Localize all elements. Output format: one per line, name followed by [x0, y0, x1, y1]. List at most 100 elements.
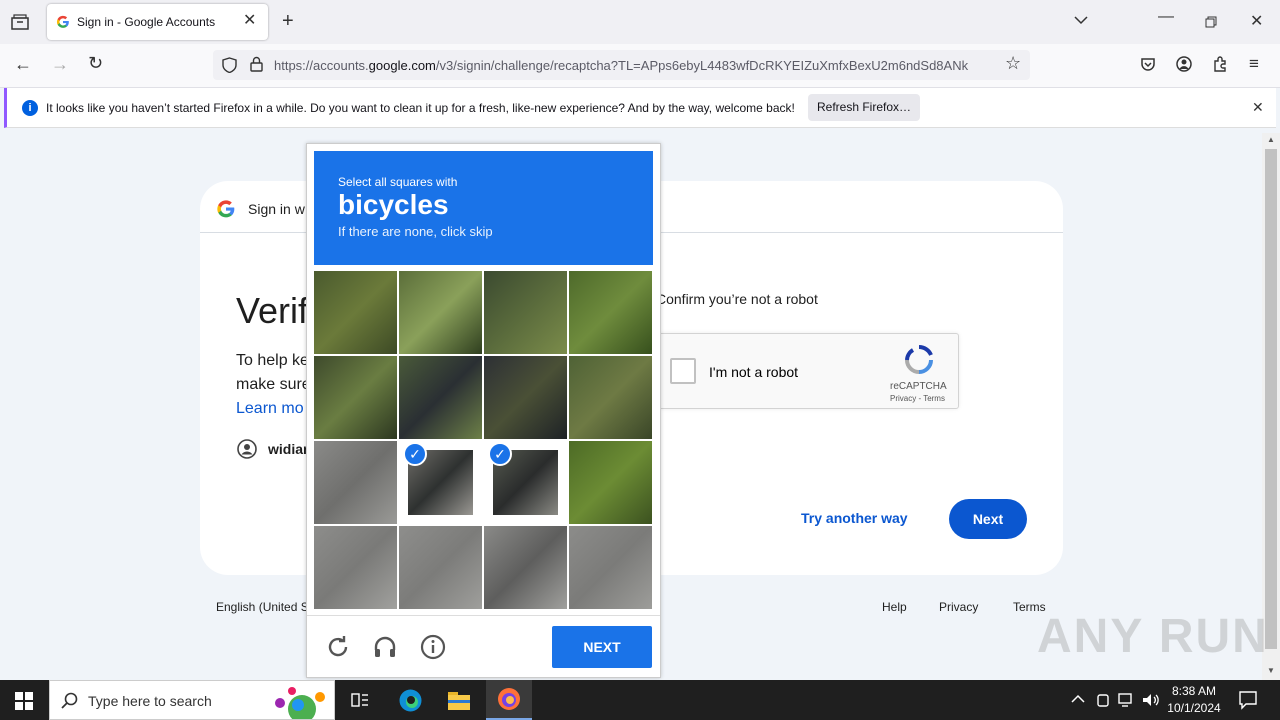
url-domain: google.com — [368, 58, 436, 73]
account-icon[interactable] — [1176, 56, 1192, 72]
search-icon — [61, 692, 78, 709]
scroll-up-icon[interactable]: ▲ — [1267, 135, 1275, 144]
captcha-tile[interactable] — [314, 441, 397, 524]
taskbar-search-box[interactable]: Type here to search — [49, 680, 335, 720]
close-window-icon[interactable]: ✕ — [1250, 11, 1263, 31]
captcha-tile[interactable] — [484, 271, 567, 354]
reload-icon[interactable]: ↻ — [88, 53, 103, 74]
captcha-tile[interactable] — [484, 526, 567, 609]
notification-bar: i It looks like you haven’t started Fire… — [4, 88, 1276, 128]
captcha-tile[interactable] — [569, 526, 652, 609]
captcha-tile[interactable] — [569, 271, 652, 354]
tab-active[interactable]: Sign in - Google Accounts ✕ — [47, 4, 268, 40]
captcha-tile-image — [399, 526, 482, 609]
url-text[interactable]: https://accounts.google.com/v3/signin/ch… — [274, 58, 999, 73]
captcha-tile[interactable] — [399, 271, 482, 354]
info-icon: i — [22, 100, 38, 116]
edge-icon[interactable] — [398, 688, 423, 713]
meet-now-icon[interactable] — [1096, 692, 1110, 708]
clock-time: 8:38 AM — [1171, 684, 1217, 698]
search-placeholder: Type here to search — [88, 693, 212, 709]
try-another-way-button[interactable]: Try another way — [801, 510, 908, 526]
captcha-tile-image — [569, 441, 652, 524]
captcha-target: bicycles — [338, 189, 449, 220]
captcha-tile[interactable] — [399, 526, 482, 609]
recaptcha-checkbox[interactable] — [670, 358, 696, 384]
recaptcha-links[interactable]: Privacy - Terms — [890, 394, 945, 403]
captcha-tile-image — [484, 526, 567, 609]
confirm-robot-text: Confirm you’re not a robot — [656, 291, 818, 307]
tab-title: Sign in - Google Accounts — [77, 15, 216, 29]
windows-start-icon[interactable] — [15, 692, 33, 710]
file-explorer-icon[interactable] — [447, 689, 471, 711]
pocket-icon[interactable] — [1140, 56, 1156, 72]
captcha-tile[interactable]: ✓ — [484, 441, 567, 524]
captcha-tile-image — [314, 441, 397, 524]
captcha-tile-image — [399, 271, 482, 354]
extensions-icon[interactable] — [1212, 56, 1228, 72]
clock-date: 10/1/2024 — [1167, 701, 1221, 715]
forward-icon[interactable]: → — [51, 54, 69, 75]
captcha-info-icon[interactable] — [420, 634, 446, 660]
shield-icon[interactable] — [222, 57, 237, 73]
recaptcha-label: I'm not a robot — [709, 364, 799, 380]
firefox-taskbar-button[interactable] — [486, 680, 532, 720]
restore-icon[interactable] — [1205, 16, 1217, 28]
captcha-tile[interactable] — [569, 441, 652, 524]
captcha-tile[interactable] — [399, 356, 482, 439]
google-favicon-icon — [56, 15, 69, 28]
network-icon[interactable] — [1118, 692, 1136, 708]
captcha-tile-image — [484, 356, 567, 439]
captcha-next-button[interactable]: NEXT — [552, 626, 652, 668]
search-highlight-icon — [275, 687, 325, 719]
minimize-icon[interactable]: — — [1158, 8, 1174, 26]
new-tab-icon[interactable]: + — [282, 10, 294, 33]
language-selector[interactable]: English (United S — [216, 600, 309, 614]
captcha-tile-image — [314, 356, 397, 439]
captcha-tile[interactable] — [314, 526, 397, 609]
anyrun-watermark: ANY RUN — [1037, 610, 1269, 663]
captcha-grid: ✓ ✓ — [314, 271, 653, 610]
captcha-tile[interactable] — [314, 271, 397, 354]
taskbar: Type here to search 8:38 AM 10/1/2024 — [0, 680, 1280, 720]
tab-strip: Sign in - Google Accounts ✕ + — ✕ — [0, 0, 1280, 44]
tab-list-icon[interactable] — [11, 14, 29, 30]
captcha-tile[interactable] — [484, 356, 567, 439]
url-prefix: https://accounts. — [274, 58, 369, 73]
scroll-thumb[interactable] — [1265, 149, 1277, 649]
captcha-audio-icon[interactable] — [372, 634, 398, 660]
recaptcha-widget: I'm not a robot reCAPTCHA Privacy - Term… — [658, 333, 959, 409]
url-bar[interactable]: https://accounts.google.com/v3/signin/ch… — [213, 50, 1030, 80]
footer-privacy-link[interactable]: Privacy — [939, 600, 978, 614]
menu-icon[interactable]: ≡ — [1249, 54, 1259, 74]
tile-selected-check-icon: ✓ — [488, 442, 512, 466]
bookmark-star-icon[interactable]: ☆ — [1005, 53, 1021, 74]
refresh-firefox-button[interactable]: Refresh Firefox… — [808, 94, 920, 121]
captcha-tile-image — [399, 356, 482, 439]
page-scrollbar[interactable]: ▲ ▼ — [1262, 133, 1280, 680]
taskbar-clock[interactable]: 8:38 AM 10/1/2024 — [1160, 683, 1228, 717]
captcha-tile[interactable] — [569, 356, 652, 439]
learn-more-link[interactable]: Learn mo — [236, 400, 304, 418]
notifications-icon[interactable] — [1238, 690, 1258, 710]
captcha-tile[interactable]: ✓ — [399, 441, 482, 524]
tile-selected-check-icon: ✓ — [403, 442, 427, 466]
captcha-tile[interactable] — [314, 356, 397, 439]
show-hidden-icons-icon[interactable] — [1071, 694, 1085, 704]
notification-close-icon[interactable]: ✕ — [1252, 99, 1264, 116]
scroll-down-icon[interactable]: ▼ — [1267, 666, 1275, 675]
signin-header: Sign in w — [248, 201, 305, 217]
captcha-reload-icon[interactable] — [325, 634, 351, 660]
lock-icon[interactable] — [250, 56, 263, 72]
captcha-instruction: Select all squares with — [338, 175, 458, 189]
volume-icon[interactable] — [1142, 692, 1160, 708]
task-view-icon[interactable] — [351, 691, 369, 709]
list-all-tabs-icon[interactable] — [1074, 15, 1088, 25]
footer-help-link[interactable]: Help — [882, 600, 907, 614]
help-text-line2: make sure — [236, 376, 311, 393]
google-logo-icon — [217, 200, 235, 218]
tab-close-icon[interactable]: ✕ — [243, 10, 256, 30]
captcha-tile-image — [484, 271, 567, 354]
next-button[interactable]: Next — [949, 499, 1027, 539]
back-icon[interactable]: ← — [14, 54, 32, 75]
